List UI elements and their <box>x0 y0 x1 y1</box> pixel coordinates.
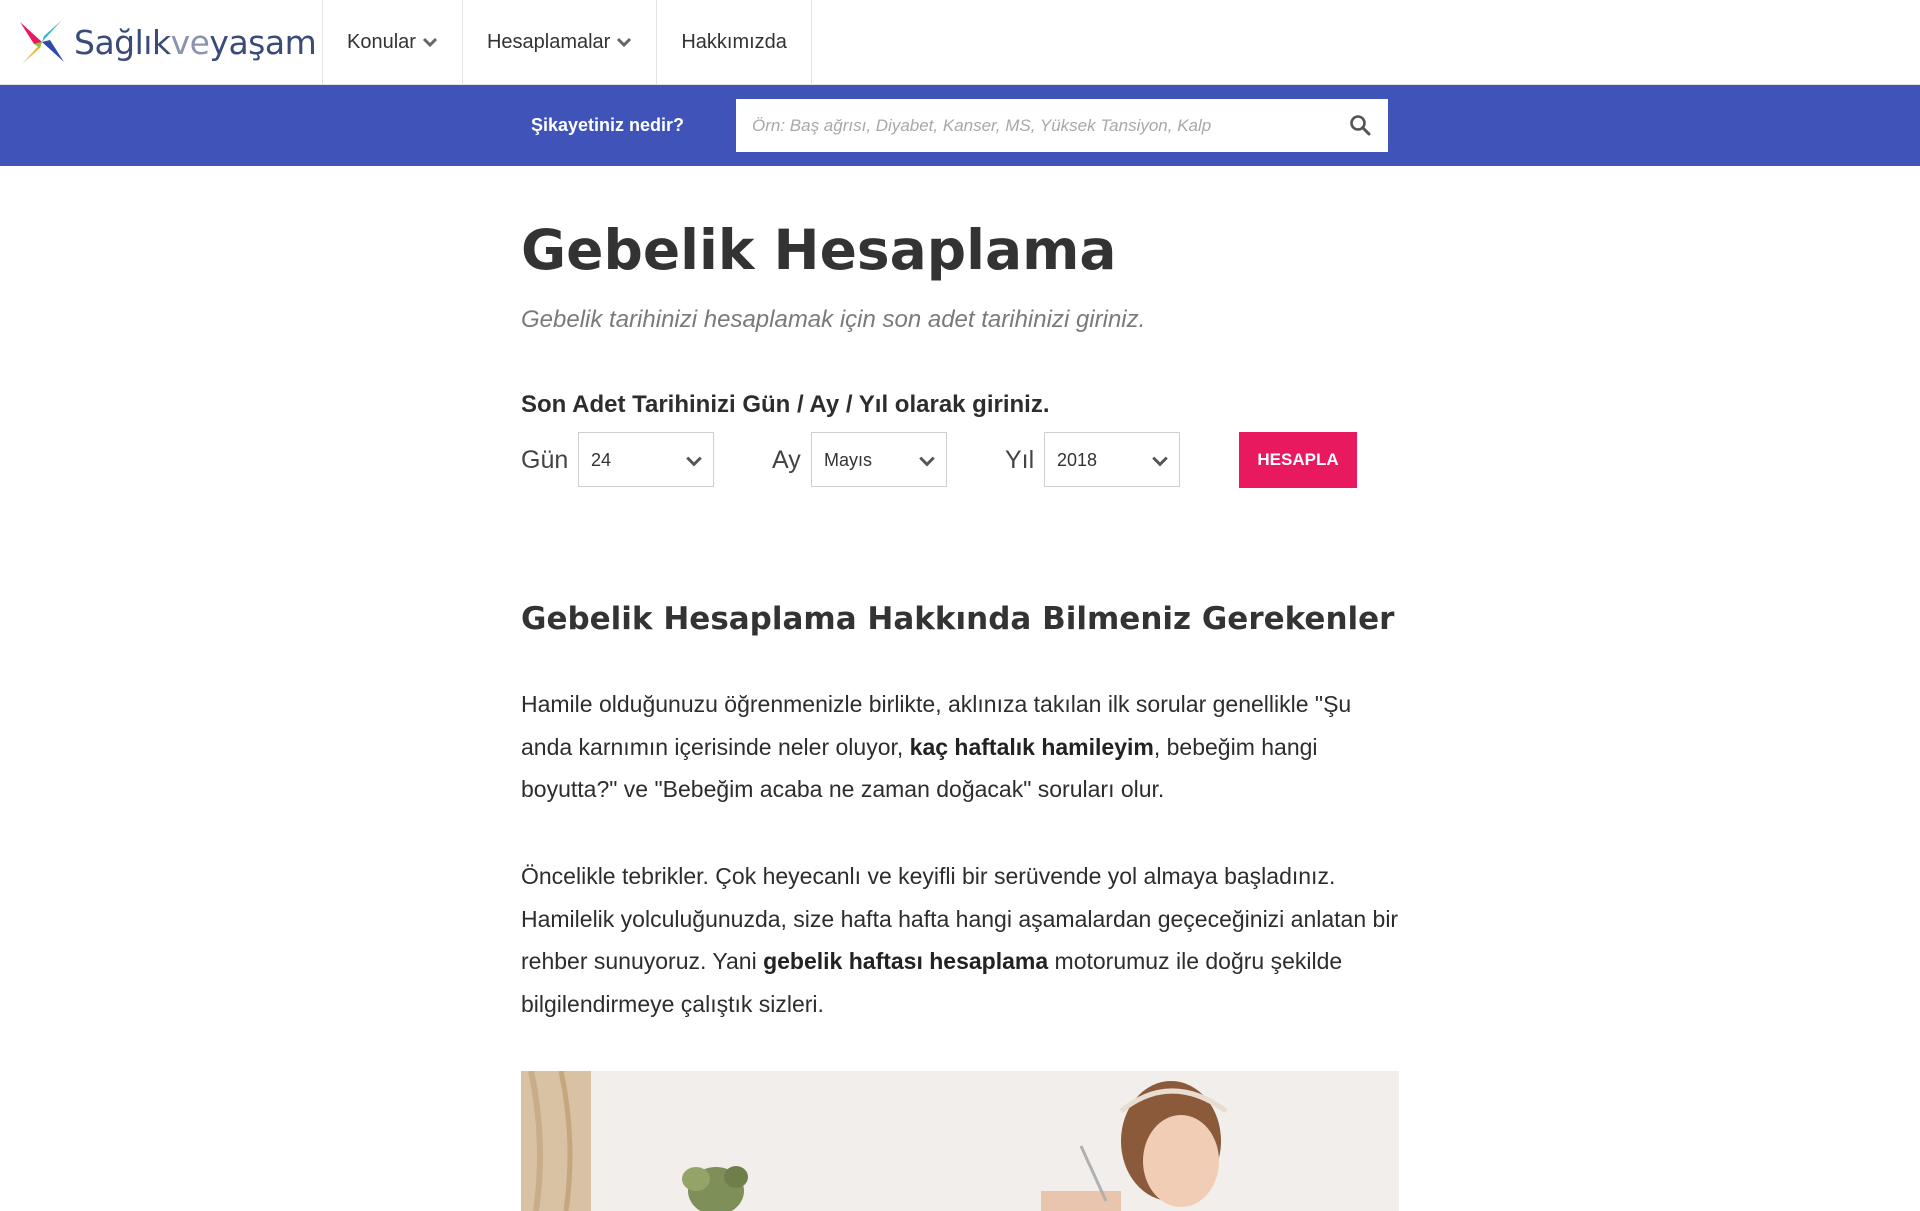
nav-item-konular[interactable]: Konular <box>322 0 462 84</box>
search-label: Şikayetiniz nedir? <box>531 115 685 135</box>
year-label: Yıl <box>1005 446 1035 474</box>
nav-item-label: Hakkımızda <box>681 30 787 53</box>
logo-part-3: yaşam <box>209 22 317 62</box>
pregnant-woman-photo-icon <box>521 1071 1399 1211</box>
bold-keyword: gebelik haftası hesaplama <box>763 948 1049 974</box>
pinwheel-logo-icon <box>20 20 64 64</box>
nav-item-label: Hesaplamalar <box>486 30 611 53</box>
logo-part-1: Sağlık <box>74 22 171 62</box>
chevron-down-icon <box>422 37 437 48</box>
form-instruction: Son Adet Tarihinizi Gün / Ay / Yıl olara… <box>521 391 1050 418</box>
article-hero-image <box>521 1071 1399 1211</box>
month-label: Ay <box>772 446 801 474</box>
top-navigation: Sağlıkveyaşam Konular Hesaplamalar Hakkı… <box>0 0 1920 85</box>
article-paragraph-2: Öncelikle tebrikler. Çok heyecanlı ve ke… <box>521 855 1401 1025</box>
article-paragraph-1: Hamile olduğunuzu öğrenmenizle birlikte,… <box>521 683 1401 811</box>
month-select-value: Mayıs <box>824 450 873 470</box>
nav-item-hesaplamalar[interactable]: Hesaplamalar <box>461 0 656 84</box>
calculate-button[interactable]: HESAPLA <box>1239 432 1357 488</box>
search-band: Şikayetiniz nedir? <box>0 85 1920 166</box>
logo-wordmark: Sağlıkveyaşam <box>74 22 317 62</box>
page-subtitle: Gebelik tarihinizi hesaplamak için son a… <box>521 306 1146 333</box>
page-title: Gebelik Hesaplama <box>521 218 1117 282</box>
logo-part-2: ve <box>170 22 210 62</box>
chevron-down-icon <box>617 37 632 48</box>
nav-item-label: Konular <box>347 30 416 53</box>
chevron-down-icon <box>1152 456 1168 467</box>
nav-item-hakkimizda[interactable]: Hakkımızda <box>656 0 812 84</box>
chevron-down-icon <box>686 456 702 467</box>
search-icon[interactable] <box>1348 113 1372 137</box>
chevron-down-icon <box>919 456 935 467</box>
search-input[interactable] <box>736 99 1342 152</box>
year-select[interactable]: 2018 <box>1044 432 1180 487</box>
year-select-value: 2018 <box>1057 450 1098 470</box>
month-select[interactable]: Mayıs <box>811 432 947 487</box>
article-heading: Gebelik Hesaplama Hakkında Bilmeniz Gere… <box>521 601 1395 637</box>
day-label: Gün <box>521 446 569 474</box>
site-logo[interactable]: Sağlıkveyaşam <box>16 16 317 68</box>
search-box <box>736 99 1388 152</box>
bold-keyword: kaç haftalık hamileyim <box>909 733 1154 760</box>
main-menu: Konular Hesaplamalar Hakkımızda <box>322 0 812 84</box>
day-select[interactable]: 24 <box>578 432 714 487</box>
day-select-value: 24 <box>591 450 612 470</box>
